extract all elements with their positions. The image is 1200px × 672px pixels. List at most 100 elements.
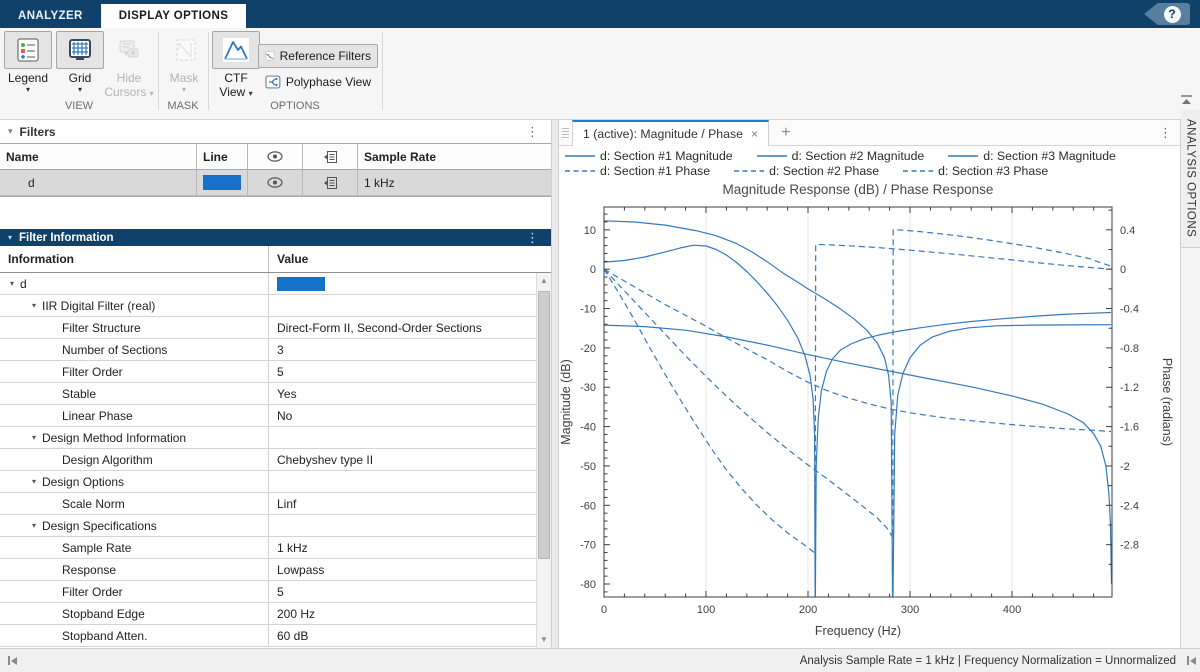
scroll-down-icon[interactable]: ▼ <box>537 633 551 647</box>
column-value[interactable]: Value <box>268 246 551 272</box>
filter-visibility-toggle[interactable] <box>248 170 303 195</box>
polyphase-view-button[interactable]: Polyphase View <box>258 70 378 94</box>
svg-text:-1.6: -1.6 <box>1120 422 1139 434</box>
grid-button[interactable]: Grid ▾ <box>56 31 104 94</box>
scrollbar-thumb[interactable] <box>538 291 550 559</box>
filter-information-header: ▾ Filter Information ⋮ <box>0 229 551 246</box>
svg-text:Magnitude (dB): Magnitude (dB) <box>559 359 573 444</box>
chevron-down-icon[interactable]: ▾ <box>249 89 253 98</box>
tab-analyzer[interactable]: ANALYZER <box>0 4 101 28</box>
tab-grip-icon[interactable] <box>559 120 572 145</box>
new-display-tab-button[interactable]: + <box>769 120 803 145</box>
panel-splitter[interactable] <box>551 120 559 648</box>
column-sample-rate[interactable]: Sample Rate <box>358 144 551 169</box>
filter-information-menu-icon[interactable]: ⋮ <box>522 230 543 246</box>
ctf-view-icon <box>222 37 250 63</box>
info-row[interactable]: Design AlgorithmChebyshev type II <box>0 449 551 471</box>
info-row[interactable]: Filter StructureDirect-Form II, Second-O… <box>0 317 551 339</box>
legend-button[interactable]: Legend ▾ <box>4 31 52 94</box>
svg-text:-60: -60 <box>580 500 596 512</box>
chevron-down-icon: ▾ <box>162 85 206 94</box>
info-row[interactable]: ▾IIR Digital Filter (real) <box>0 295 551 317</box>
info-row[interactable]: StableYes <box>0 383 551 405</box>
right-strip: ANALYSIS OPTIONS <box>1180 120 1200 648</box>
legend-label: d: Section #2 Magnitude <box>792 149 925 163</box>
info-row[interactable]: ResponseLowpass <box>0 559 551 581</box>
svg-text:-2.4: -2.4 <box>1120 500 1139 512</box>
svg-text:-1.2: -1.2 <box>1120 382 1139 394</box>
info-value: No <box>277 409 292 423</box>
legend-item[interactable]: d: Section #3 Phase <box>903 164 1048 178</box>
group-label-options: OPTIONS <box>208 100 382 116</box>
collapse-triangle-icon[interactable]: ▾ <box>32 521 36 530</box>
info-row[interactable]: Scale NormLinf <box>0 493 551 515</box>
info-row[interactable]: ▾Design Options <box>0 471 551 493</box>
analysis-options-tab[interactable]: ANALYSIS OPTIONS <box>1181 110 1200 248</box>
cue-icon <box>323 176 338 190</box>
column-information[interactable]: Information <box>0 252 268 266</box>
ctf-view-button[interactable]: CTFView ▾ <box>212 31 260 99</box>
info-value: 1 kHz <box>277 541 308 555</box>
scroll-up-icon[interactable]: ▲ <box>537 274 551 288</box>
chevron-down-icon[interactable]: ▾ <box>56 85 104 94</box>
info-row[interactable]: ▾Design Method Information <box>0 427 551 449</box>
plot-legend: d: Section #1 Magnitude d: Section #2 Ma… <box>559 146 1180 178</box>
tab-display-options[interactable]: DISPLAY OPTIONS <box>101 4 247 28</box>
column-cue[interactable] <box>303 144 358 169</box>
column-visibility[interactable] <box>248 144 303 169</box>
legend-item[interactable]: d: Section #3 Magnitude <box>948 149 1116 163</box>
close-icon[interactable]: × <box>751 127 758 141</box>
filters-menu-icon[interactable]: ⋮ <box>522 124 543 140</box>
info-value: 60 dB <box>277 629 308 643</box>
info-row[interactable]: Sample Rate1 kHz <box>0 537 551 559</box>
info-row[interactable]: Number of Sections3 <box>0 339 551 361</box>
info-row[interactable]: ▾Design Specifications <box>0 515 551 537</box>
magnitude-phase-chart[interactable]: 0100200300400100-10-20-30-40-50-60-70-80… <box>559 178 1180 648</box>
info-row[interactable]: ▾d <box>0 273 551 295</box>
legend-item[interactable]: d: Section #1 Magnitude <box>565 149 733 163</box>
info-row[interactable]: Stopband Atten.60 dB <box>0 625 551 647</box>
collapse-triangle-icon[interactable]: ▾ <box>32 301 36 310</box>
info-row[interactable]: Filter Order5 <box>0 361 551 383</box>
filter-row-d[interactable]: d 1 kHz <box>0 170 551 196</box>
ctf-view-label-2: View <box>219 85 245 99</box>
collapse-toolstrip-icon[interactable] <box>1179 94 1194 106</box>
info-row[interactable]: Filter Order5 <box>0 581 551 603</box>
filter-cue-toggle[interactable] <box>303 170 358 195</box>
collapse-left-panel-icon[interactable] <box>8 656 17 665</box>
collapse-triangle-icon[interactable]: ▾ <box>10 279 14 288</box>
column-name[interactable]: Name <box>0 144 197 169</box>
collapse-right-panel-icon[interactable] <box>1187 656 1196 665</box>
collapse-triangle-icon[interactable]: ▾ <box>32 477 36 486</box>
info-scrollbar[interactable]: ▲ ▼ <box>536 273 551 648</box>
svg-text:0.4: 0.4 <box>1120 225 1135 237</box>
toolstrip-separator <box>208 32 209 110</box>
collapse-triangle-icon[interactable]: ▾ <box>8 126 13 137</box>
legend-item[interactable]: d: Section #1 Phase <box>565 164 710 178</box>
reference-filters-button[interactable]: Reference Filters <box>258 44 378 68</box>
help-button[interactable]: ? <box>1144 3 1190 25</box>
collapse-triangle-icon[interactable]: ▾ <box>32 433 36 442</box>
filter-line-swatch[interactable] <box>277 277 325 291</box>
info-row[interactable]: Stopband Edge200 Hz <box>0 603 551 625</box>
info-label: Stopband Edge <box>62 607 145 621</box>
info-label: Response <box>62 563 116 577</box>
svg-text:-2.8: -2.8 <box>1120 540 1139 552</box>
filters-table-header: Name Line Sample Rate <box>0 144 551 170</box>
legend-button-label: Legend <box>4 71 52 85</box>
display-tab-active[interactable]: 1 (active): Magnitude / Phase × <box>572 120 769 146</box>
display-menu-icon[interactable]: ⋮ <box>1155 125 1176 141</box>
filter-line-swatch[interactable] <box>203 175 241 190</box>
info-value: Linf <box>277 497 296 511</box>
reference-filters-label: Reference Filters <box>280 49 371 63</box>
info-row[interactable]: Linear PhaseNo <box>0 405 551 427</box>
analysis-status-text: Analysis Sample Rate = 1 kHz | Frequency… <box>800 655 1176 667</box>
legend-item[interactable]: d: Section #2 Magnitude <box>757 149 925 163</box>
column-line[interactable]: Line <box>197 144 248 169</box>
chevron-down-icon[interactable]: ▾ <box>4 85 52 94</box>
svg-text:0: 0 <box>1120 264 1126 276</box>
legend-item[interactable]: d: Section #2 Phase <box>734 164 879 178</box>
filter-line-cell[interactable] <box>197 170 248 195</box>
display-tab-bar: 1 (active): Magnitude / Phase × + ⋮ <box>559 120 1180 146</box>
collapse-triangle-icon[interactable]: ▾ <box>8 233 12 242</box>
